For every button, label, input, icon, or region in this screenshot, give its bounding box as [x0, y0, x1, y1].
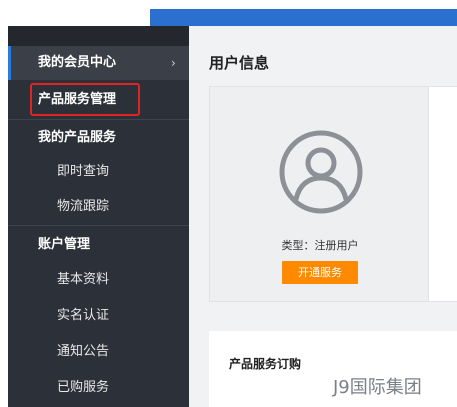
chevron-right-icon: › [171, 56, 176, 70]
sidebar-item-member-center[interactable]: 我的会员中心 › [8, 46, 189, 80]
sidebar-item-label: 产品服务管理 [38, 92, 117, 107]
section-title: 产品服务订购 [229, 357, 302, 371]
sidebar-item-product-service-mgmt[interactable]: 产品服务管理 [30, 83, 140, 116]
sidebar-item-label: 物流跟踪 [57, 199, 110, 214]
sidebar-item-my-product-services[interactable]: 我的产品服务 [8, 121, 189, 155]
user-circle-icon [279, 130, 363, 214]
active-indicator [8, 46, 11, 80]
sidebar-item-label: 账户管理 [38, 237, 91, 252]
sidebar-item-label: 实名认证 [57, 308, 110, 323]
sidebar-item-label: 通知公告 [57, 344, 110, 359]
sidebar-item-purchased-services[interactable]: 已购服务 [8, 371, 189, 406]
user-info-card: 类型：注册用户 开通服务 [209, 86, 429, 302]
site-logo-icon [40, 2, 138, 9]
sidebar-item-label: 我的会员中心 [38, 55, 117, 70]
info-panel-right [429, 86, 457, 302]
sidebar-item-label: 基本资料 [57, 272, 110, 287]
sidebar-item-account-mgmt[interactable]: 账户管理 [8, 228, 189, 262]
sidebar-item-label: 即时查询 [57, 164, 110, 179]
sidebar-item-notices[interactable]: 通知公告 [8, 335, 189, 370]
sidebar-item-label: 已购服务 [57, 380, 110, 395]
main-content: 用户信息 类型：注册用户 开通服务 产品服务订购 [189, 26, 457, 407]
user-type-label: 类型：注册用户 [281, 239, 359, 252]
sidebar-top-strip [8, 26, 189, 46]
sidebar-divider [8, 225, 189, 226]
sidebar-item-logistics-tracking[interactable]: 物流跟踪 [8, 190, 189, 225]
sidebar-item-basic-info[interactable]: 基本资料 [8, 263, 189, 298]
watermark-text: J9国际集团 [333, 377, 422, 398]
page-title: 用户信息 [209, 54, 270, 72]
header-blue-bar [150, 9, 457, 26]
sidebar-item-label: 我的产品服务 [38, 130, 117, 145]
open-service-button[interactable]: 开通服务 [282, 261, 358, 284]
sidebar: 我的会员中心 › 产品服务管理 我的产品服务 即时查询 物流跟踪 账户管理 基本… [8, 26, 189, 407]
sidebar-item-real-name-auth[interactable]: 实名认证 [8, 299, 189, 334]
top-header [0, 0, 457, 26]
sidebar-divider [8, 119, 189, 120]
sidebar-item-realtime-query[interactable]: 即时查询 [8, 155, 189, 190]
